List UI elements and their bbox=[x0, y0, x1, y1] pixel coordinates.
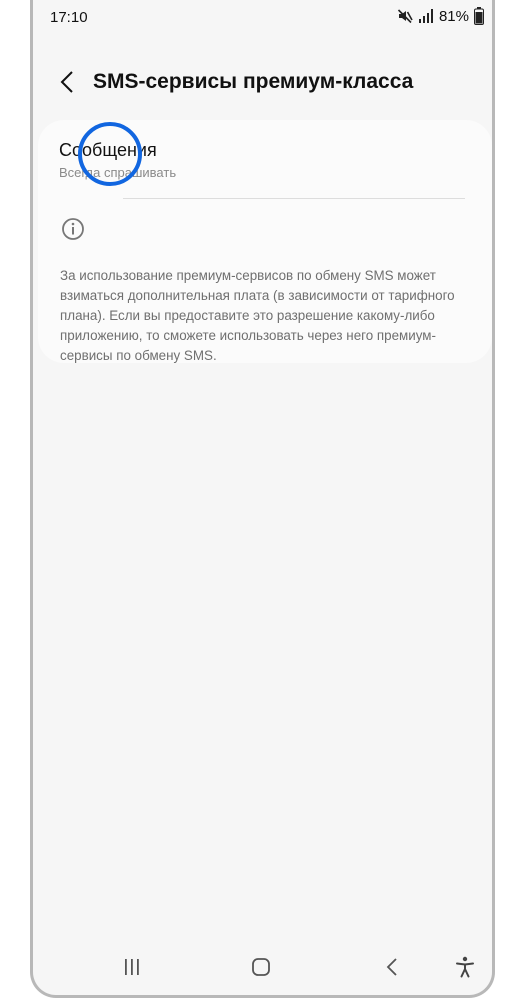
accessibility-button[interactable] bbox=[450, 956, 480, 983]
divider bbox=[123, 198, 465, 199]
recents-icon bbox=[122, 958, 142, 981]
settings-card: Сообщения Всегда спрашивать За использов… bbox=[38, 120, 492, 363]
page-title: SMS-сервисы премиум-класса bbox=[93, 70, 414, 93]
setting-title: Сообщения bbox=[59, 140, 157, 160]
setting-subtitle: Всегда спрашивать bbox=[59, 165, 177, 180]
nav-back-button[interactable] bbox=[377, 957, 407, 981]
battery-icon bbox=[474, 7, 484, 25]
setting-messages[interactable]: Сообщения Всегда спрашивать bbox=[38, 120, 492, 198]
signal-icon bbox=[418, 9, 434, 23]
battery-percent: 81% bbox=[438, 7, 469, 25]
status-bar: 17:10 81% bbox=[33, 0, 492, 34]
info-text: За использование премиум-сервисов по обм… bbox=[60, 268, 455, 363]
back-button[interactable] bbox=[51, 68, 83, 100]
chevron-left-icon bbox=[60, 70, 74, 99]
info-icon bbox=[61, 217, 85, 241]
accessibility-icon bbox=[455, 956, 475, 983]
navigation-bar bbox=[33, 939, 492, 995]
app-header: SMS-сервисы премиум-класса bbox=[33, 62, 492, 106]
home-button[interactable] bbox=[246, 957, 276, 981]
mute-icon bbox=[397, 8, 413, 24]
phone-screen: 17:10 81% SMS-сервисы премиум-класса Соо… bbox=[30, 0, 495, 998]
back-nav-icon bbox=[385, 957, 399, 982]
recents-button[interactable] bbox=[117, 957, 147, 981]
status-time: 17:10 bbox=[50, 9, 88, 26]
status-icons: 81% bbox=[397, 7, 484, 25]
home-icon bbox=[251, 957, 271, 982]
